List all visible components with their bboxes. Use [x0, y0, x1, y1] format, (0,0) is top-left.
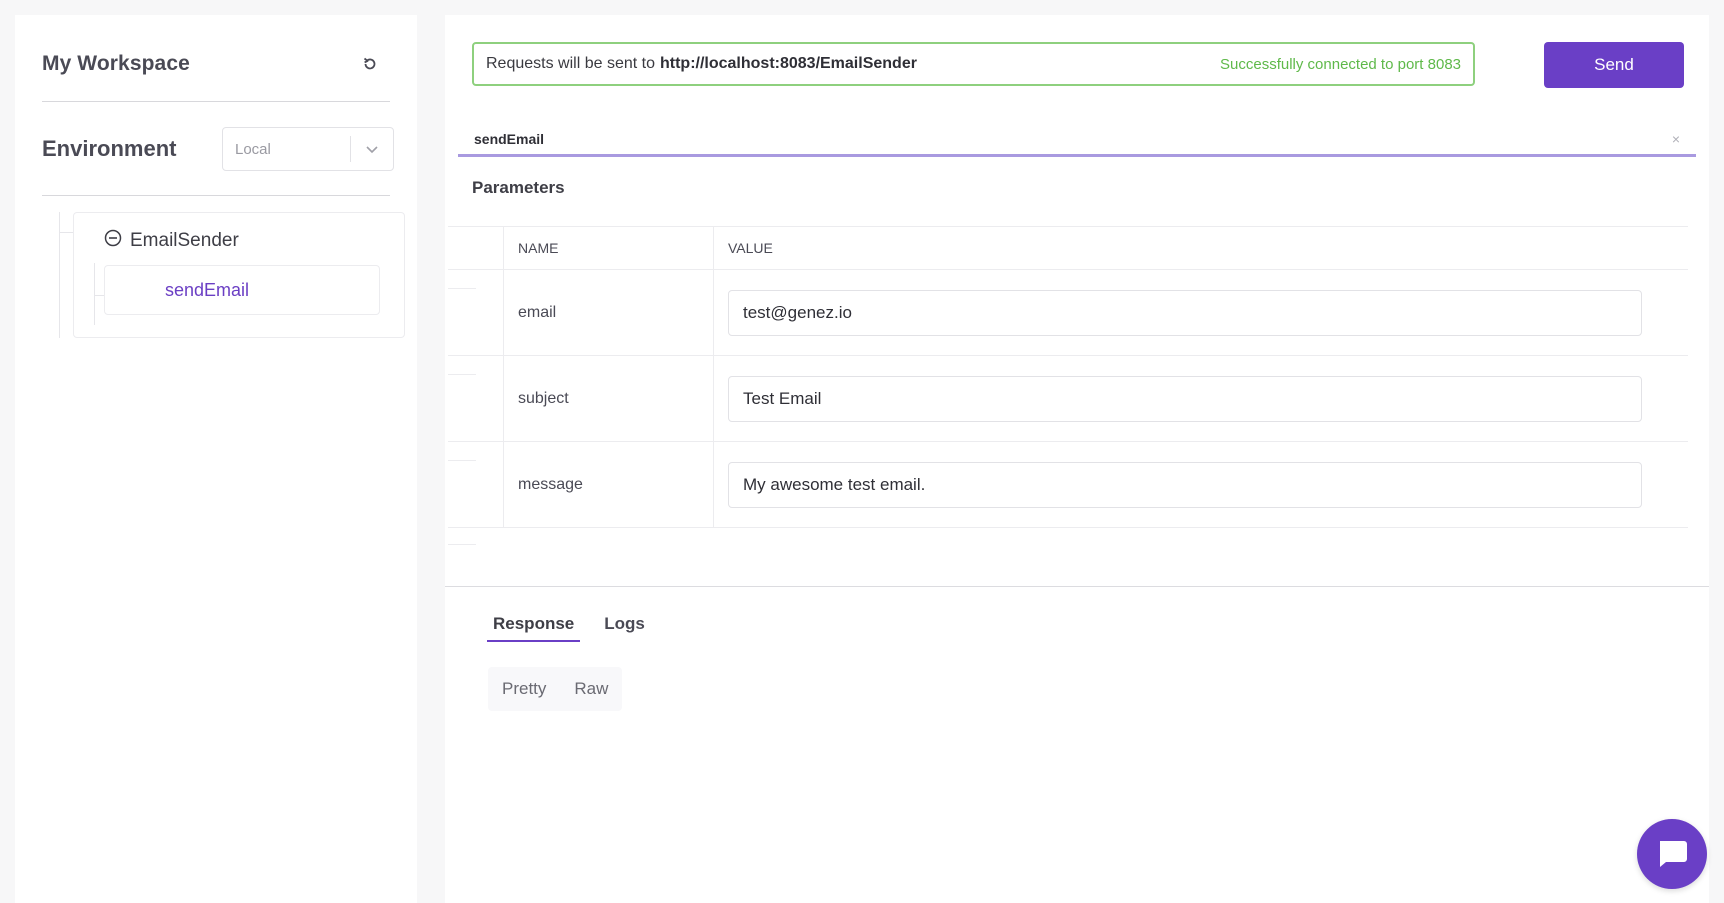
send-button[interactable]: Send: [1544, 42, 1684, 88]
param-value-cell: [714, 356, 1688, 441]
environment-value: Local: [235, 140, 271, 158]
table-header: NAME VALUE: [448, 226, 1688, 270]
tab-sendemail[interactable]: sendEmail: [474, 131, 544, 147]
workspace-title: My Workspace: [42, 51, 190, 75]
environment-select[interactable]: Local: [222, 127, 394, 171]
sidebar: My Workspace Environment Local EmailSend…: [15, 15, 417, 903]
parameters-table: NAME VALUE email subject message: [448, 226, 1688, 558]
param-value-cell: [714, 270, 1688, 355]
tree-item-sendemail[interactable]: sendEmail: [104, 265, 380, 315]
param-value-input[interactable]: [728, 289, 1642, 336]
param-value-input[interactable]: [728, 461, 1642, 508]
chat-icon[interactable]: [1637, 819, 1707, 889]
environment-row: Environment Local: [42, 112, 394, 196]
view-mode-toggle: Pretty Raw: [488, 667, 623, 711]
index-column: [448, 227, 504, 269]
tree-container: EmailSender sendEmail: [73, 212, 405, 338]
index-column: [448, 270, 504, 355]
parameters-title: Parameters: [472, 178, 565, 197]
param-value-cell: [714, 442, 1688, 527]
request-url: Requests will be sent to http://localhost…: [486, 55, 917, 73]
tab-logs[interactable]: Logs: [598, 612, 651, 642]
table-row: subject: [448, 356, 1688, 442]
table-tail: [448, 528, 1688, 558]
main-panel: Requests will be sent to http://localhost…: [445, 15, 1709, 903]
close-icon[interactable]: ×: [1672, 131, 1680, 147]
environment-label: Environment: [42, 136, 177, 161]
method-tab-row: sendEmail ×: [458, 123, 1696, 157]
column-header-value: VALUE: [728, 240, 773, 256]
param-name: subject: [504, 356, 714, 441]
refresh-icon[interactable]: [360, 54, 380, 74]
connection-status: Successfully connected to port 8083: [1220, 55, 1461, 73]
workspace-header: My Workspace: [42, 40, 390, 102]
tree-guide: [59, 212, 60, 338]
tree-node-label: EmailSender: [130, 229, 239, 251]
url-address: http://localhost:8083/EmailSender: [659, 55, 917, 72]
tree-node-emailsender[interactable]: EmailSender: [104, 229, 239, 252]
pretty-button[interactable]: Pretty: [488, 667, 560, 711]
tree-guide: [59, 232, 73, 233]
tree-guide: [94, 295, 104, 296]
tree-item-label: sendEmail: [165, 279, 250, 300]
table-row: email: [448, 270, 1688, 356]
minus-circle-icon[interactable]: [104, 229, 122, 252]
column-header-name: NAME: [504, 227, 714, 269]
raw-button[interactable]: Raw: [560, 667, 622, 711]
param-name: message: [504, 442, 714, 527]
chevron-down-icon: [351, 142, 393, 156]
request-url-bar: Requests will be sent to http://localhost…: [472, 42, 1475, 86]
project-tree: EmailSender sendEmail: [43, 212, 405, 352]
tab-response[interactable]: Response: [487, 612, 581, 642]
index-column: [448, 442, 504, 527]
tree-guide: [94, 263, 95, 325]
param-value-input[interactable]: [728, 375, 1642, 422]
response-divider: [445, 586, 1709, 587]
url-prefix: Requests will be sent to: [486, 55, 655, 72]
response-tabs: Response Logs: [487, 612, 651, 642]
param-name: email: [504, 270, 714, 355]
table-row: message: [448, 442, 1688, 528]
index-column: [448, 356, 504, 441]
